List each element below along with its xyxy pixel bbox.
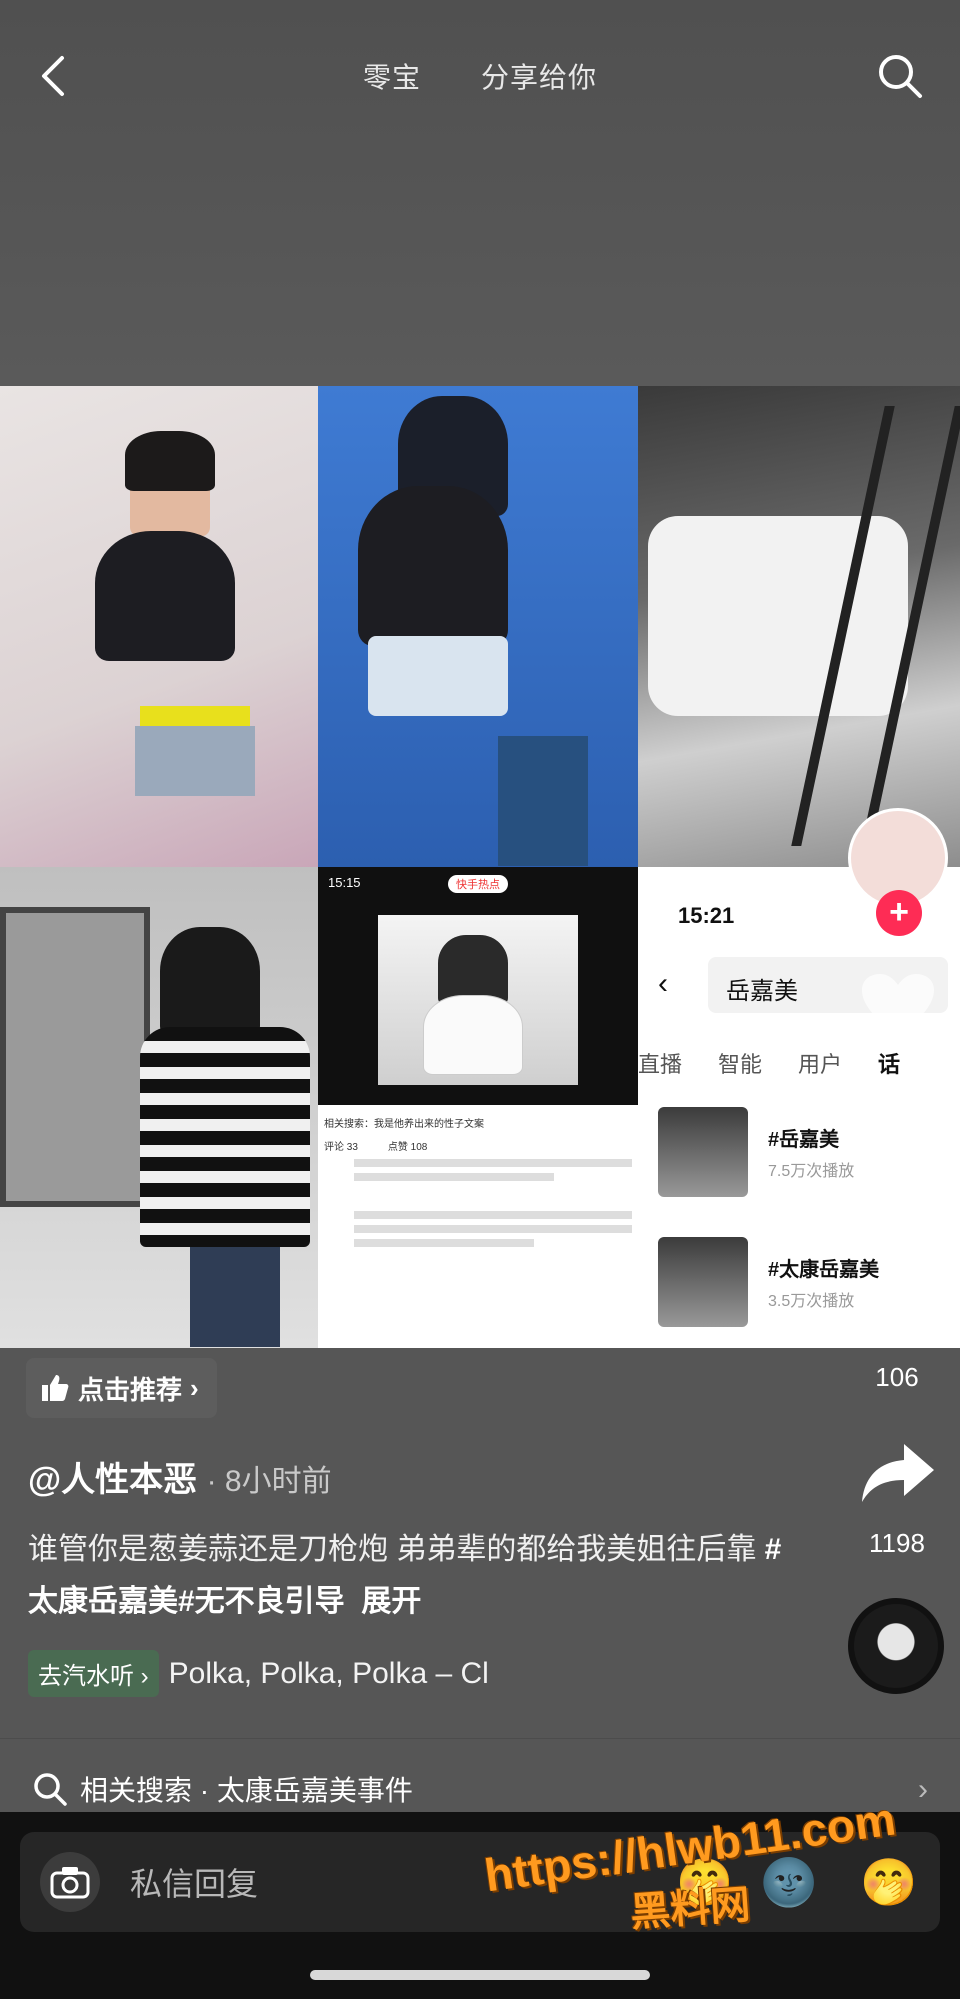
collage-screenshot-1: 15:15 快手热点 相关搜索：我是他养出来的性子文案 评论 33 点赞 108 [318, 867, 638, 1348]
screenshot-photo [378, 915, 578, 1085]
comment-button[interactable] [858, 1120, 938, 1200]
share-count: 1198 [869, 1528, 925, 1558]
photo-waistband [140, 706, 250, 726]
search-tab: 话 [878, 1052, 901, 1077]
comment-icon [864, 1128, 932, 1194]
collage-photo-3 [638, 386, 960, 867]
comment-card: 相关搜索：我是他养出来的性子文案 评论 33 点赞 108 [318, 1105, 638, 1348]
photo-hair [160, 927, 260, 1037]
watermark: https://hlwb11.com 黑料网 [450, 1792, 930, 1935]
status-pill: 快手热点 [448, 875, 508, 893]
result-thumbnail [658, 1107, 748, 1197]
post-time: · 8小时前 [206, 1465, 332, 1498]
author-line: @人性本恶 · 8小时前 [28, 1452, 332, 1501]
comment-stats: 评论 33 点赞 108 [324, 1138, 632, 1153]
photo-jacket [423, 995, 523, 1075]
home-indicator [310, 1970, 650, 1980]
share-button[interactable] [858, 1440, 938, 1506]
comment-count-label: 评论 33 [324, 1142, 358, 1153]
comment-line [354, 1159, 632, 1167]
camera-button[interactable] [40, 1852, 100, 1912]
comment-line [354, 1225, 632, 1233]
result-title: #岳嘉美 [768, 1129, 840, 1151]
photo-sweater [140, 1027, 310, 1247]
camera-icon [50, 1867, 90, 1899]
search-button[interactable] [870, 46, 930, 106]
input-placeholder: 私信回复 [130, 1866, 259, 1902]
photo-shorts [368, 636, 508, 716]
heart-icon [862, 974, 934, 1036]
search-tab: 用户 [798, 1052, 843, 1077]
photo-whiteboard [0, 907, 150, 1207]
search-icon [879, 55, 922, 98]
status-time: 15:21 [678, 903, 735, 928]
recommend-button[interactable]: 点击推荐 › [26, 1358, 217, 1418]
share-caption: 分享给你 [481, 62, 598, 93]
photo-hair [125, 431, 215, 491]
comment-line [354, 1239, 534, 1247]
photo-shorts [135, 726, 255, 796]
result-subtitle: 3.5万次播放 [768, 1293, 855, 1310]
share-title: 零宝 分享给你 [0, 56, 960, 96]
post-description: 谁管你是葱姜蒜还是刀枪炮 弟弟辈的都给我美姐往后靠 #太康岳嘉美#无不良引导 展… [28, 1524, 788, 1628]
favorite-button[interactable] [858, 1270, 938, 1350]
comment-line [354, 1211, 632, 1219]
status-bar: 15:15 快手热点 [318, 875, 638, 893]
comment-line [354, 1173, 554, 1181]
photo-shirt [358, 486, 508, 646]
music-app-chip[interactable]: 去汽水听 › [28, 1650, 159, 1697]
chevron-right-icon: › [190, 1372, 199, 1403]
result-subtitle: 7.5万次播放 [768, 1163, 855, 1180]
star-icon [862, 1276, 934, 1346]
collage-photo-1 [0, 386, 318, 867]
collage-photo-2 [318, 386, 638, 867]
search-tabs: 直播 智能 用户 话 [638, 1047, 960, 1079]
result-thumbnail [658, 1237, 748, 1327]
photo-jeans [190, 1247, 280, 1347]
collage-photo-4 [0, 867, 318, 1348]
related-search-label: 相关搜索 · 太康岳嘉美事件 [80, 1774, 413, 1806]
sharer-name: 零宝 [362, 62, 421, 93]
photo-cabinet [498, 736, 588, 866]
like-button[interactable] [858, 970, 938, 1040]
share-arrow-icon [862, 1444, 934, 1502]
chevron-left-icon: ‹ [658, 967, 668, 1000]
follow-plus-button[interactable]: + [876, 890, 922, 936]
photo-shirt [95, 531, 235, 661]
music-row: 去汽水听 › Polka, Polka, Polka – Cl [28, 1650, 569, 1697]
expand-link[interactable]: 展开 [361, 1585, 421, 1618]
comment-header: 相关搜索：我是他养出来的性子文案 [324, 1119, 484, 1130]
music-disc[interactable] [848, 1598, 944, 1694]
author-name[interactable]: @人性本恶 [28, 1461, 197, 1499]
favorite-count: 106 [875, 1362, 919, 1392]
thumbs-up-icon [42, 1375, 69, 1401]
search-tab: 智能 [718, 1052, 763, 1077]
status-time: 15:15 [328, 875, 361, 890]
music-name[interactable]: Polka, Polka, Polka – Cl [169, 1657, 569, 1691]
recommend-label: 点击推荐 [78, 1374, 183, 1405]
video-collage[interactable]: 15:15 快手热点 相关搜索：我是他养出来的性子文案 评论 33 点赞 108… [0, 386, 960, 1348]
description-text: 谁管你是葱姜蒜还是刀枪炮 弟弟辈的都给我美姐往后靠 [28, 1533, 765, 1566]
search-icon [34, 1772, 67, 1806]
search-tab: 直播 [638, 1052, 683, 1077]
like-count-label: 点赞 108 [387, 1142, 428, 1153]
